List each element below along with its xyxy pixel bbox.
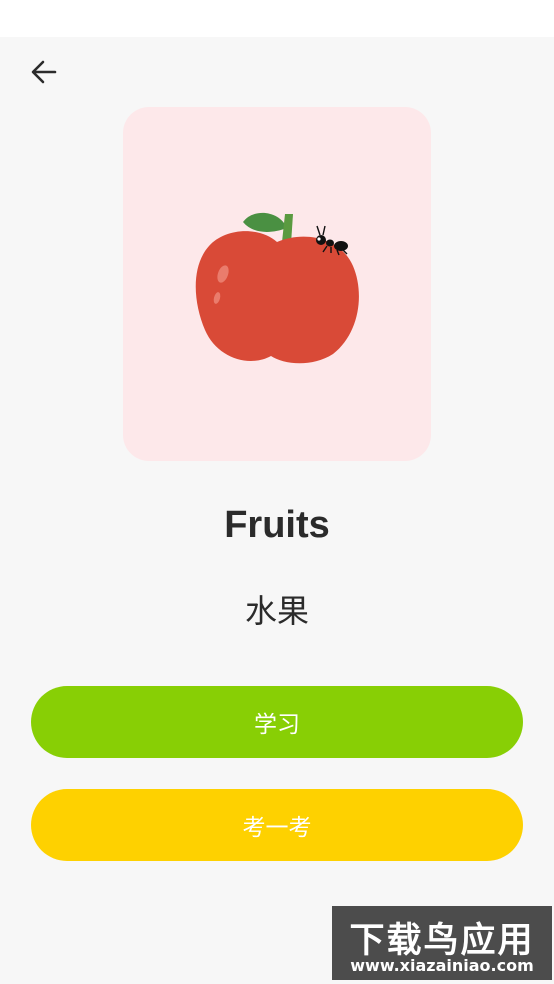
quiz-button[interactable]: 考一考 [31, 789, 523, 861]
apple-with-ant-illustration [195, 212, 359, 364]
learn-button-label: 学习 [254, 712, 300, 738]
category-title: Fruits [224, 504, 330, 546]
watermark-url: www.xiazainiao.com [350, 956, 534, 975]
learn-button[interactable]: 学习 [31, 686, 523, 758]
category-image-card [123, 107, 431, 461]
arrow-left-icon [31, 60, 57, 84]
category-subtitle: 水果 [244, 592, 309, 630]
quiz-button-label: 考一考 [242, 815, 312, 841]
status-bar [0, 0, 554, 37]
back-button[interactable] [24, 54, 68, 90]
watermark: 下载鸟应用 www.xiazainiao.com [332, 906, 552, 980]
